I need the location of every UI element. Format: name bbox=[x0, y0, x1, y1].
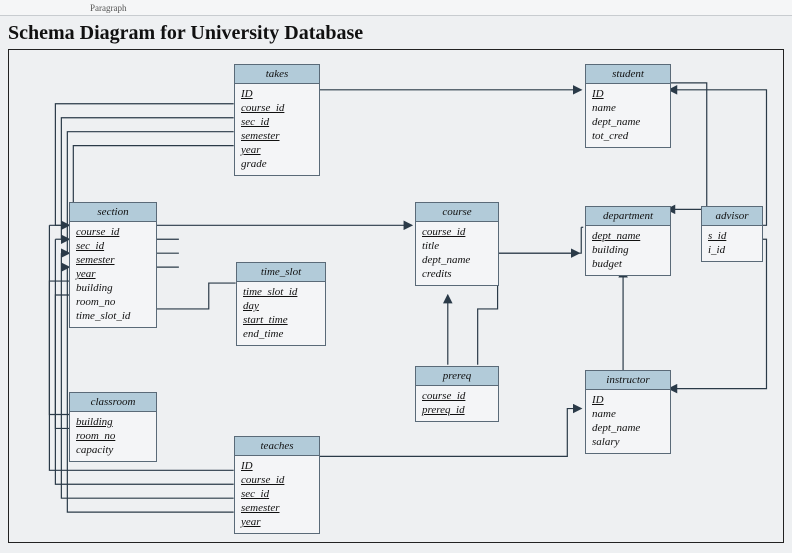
attr: semester bbox=[241, 501, 313, 515]
attr: ID bbox=[592, 87, 664, 101]
attr: time_slot_id bbox=[76, 309, 150, 323]
attr: course_id bbox=[241, 473, 313, 487]
attr: time_slot_id bbox=[243, 285, 319, 299]
entity-header: student bbox=[586, 65, 670, 84]
entity-student: student ID name dept_name tot_cred bbox=[585, 64, 671, 148]
attr: start_time bbox=[243, 313, 319, 327]
attr: ID bbox=[241, 87, 313, 101]
entity-classroom: classroom building room_no capacity bbox=[69, 392, 157, 462]
attr: building bbox=[76, 281, 150, 295]
entity-prereq: prereq course_id prereq_id bbox=[415, 366, 499, 422]
attr: grade bbox=[241, 157, 313, 171]
entity-header: classroom bbox=[70, 393, 156, 412]
attr: budget bbox=[592, 257, 664, 271]
attr: prereq_id bbox=[422, 403, 492, 417]
attr: s_id bbox=[708, 229, 756, 243]
entity-takes: takes ID course_id sec_id semester year … bbox=[234, 64, 320, 176]
page-title: Schema Diagram for University Database bbox=[8, 22, 784, 45]
attr: end_time bbox=[243, 327, 319, 341]
attr: ID bbox=[241, 459, 313, 473]
entity-course: course course_id title dept_name credits bbox=[415, 202, 499, 286]
attr: salary bbox=[592, 435, 664, 449]
entity-header: time_slot bbox=[237, 263, 325, 282]
entity-section: section course_id sec_id semester year b… bbox=[69, 202, 157, 328]
attr: sec_id bbox=[241, 487, 313, 501]
attr: year bbox=[76, 267, 150, 281]
diagram-canvas: takes ID course_id sec_id semester year … bbox=[8, 49, 784, 543]
attr: dept_name bbox=[422, 253, 492, 267]
entity-header: prereq bbox=[416, 367, 498, 386]
entity-instructor: instructor ID name dept_name salary bbox=[585, 370, 671, 454]
entity-header: course bbox=[416, 203, 498, 222]
attr: ID bbox=[592, 393, 664, 407]
attr: building bbox=[592, 243, 664, 257]
attr: sec_id bbox=[76, 239, 150, 253]
attr: room_no bbox=[76, 295, 150, 309]
entity-header: section bbox=[70, 203, 156, 222]
attr: day bbox=[243, 299, 319, 313]
entity-department: department dept_name building budget bbox=[585, 206, 671, 276]
attr: building bbox=[76, 415, 150, 429]
attr: sec_id bbox=[241, 115, 313, 129]
attr: title bbox=[422, 239, 492, 253]
entity-header: advisor bbox=[702, 207, 762, 226]
attr: course_id bbox=[422, 389, 492, 403]
attr: name bbox=[592, 101, 664, 115]
attr: capacity bbox=[76, 443, 150, 457]
attr: year bbox=[241, 515, 313, 529]
entity-header: takes bbox=[235, 65, 319, 84]
attr: name bbox=[592, 407, 664, 421]
attr: dept_name bbox=[592, 229, 664, 243]
ribbon-bar: Paragraph bbox=[0, 0, 792, 16]
entity-time-slot: time_slot time_slot_id day start_time en… bbox=[236, 262, 326, 346]
attr: tot_cred bbox=[592, 129, 664, 143]
attr: semester bbox=[76, 253, 150, 267]
attr: dept_name bbox=[592, 421, 664, 435]
entity-header: department bbox=[586, 207, 670, 226]
attr: course_id bbox=[241, 101, 313, 115]
ribbon-group-label: Paragraph bbox=[90, 3, 126, 13]
attr: credits bbox=[422, 267, 492, 281]
entity-advisor: advisor s_id i_id bbox=[701, 206, 763, 262]
entity-header: teaches bbox=[235, 437, 319, 456]
attr: year bbox=[241, 143, 313, 157]
attr: course_id bbox=[422, 225, 492, 239]
attr: dept_name bbox=[592, 115, 664, 129]
attr: semester bbox=[241, 129, 313, 143]
attr: i_id bbox=[708, 243, 756, 257]
entity-header: instructor bbox=[586, 371, 670, 390]
attr: room_no bbox=[76, 429, 150, 443]
attr: course_id bbox=[76, 225, 150, 239]
entity-teaches: teaches ID course_id sec_id semester yea… bbox=[234, 436, 320, 534]
page: Schema Diagram for University Database bbox=[0, 16, 792, 553]
